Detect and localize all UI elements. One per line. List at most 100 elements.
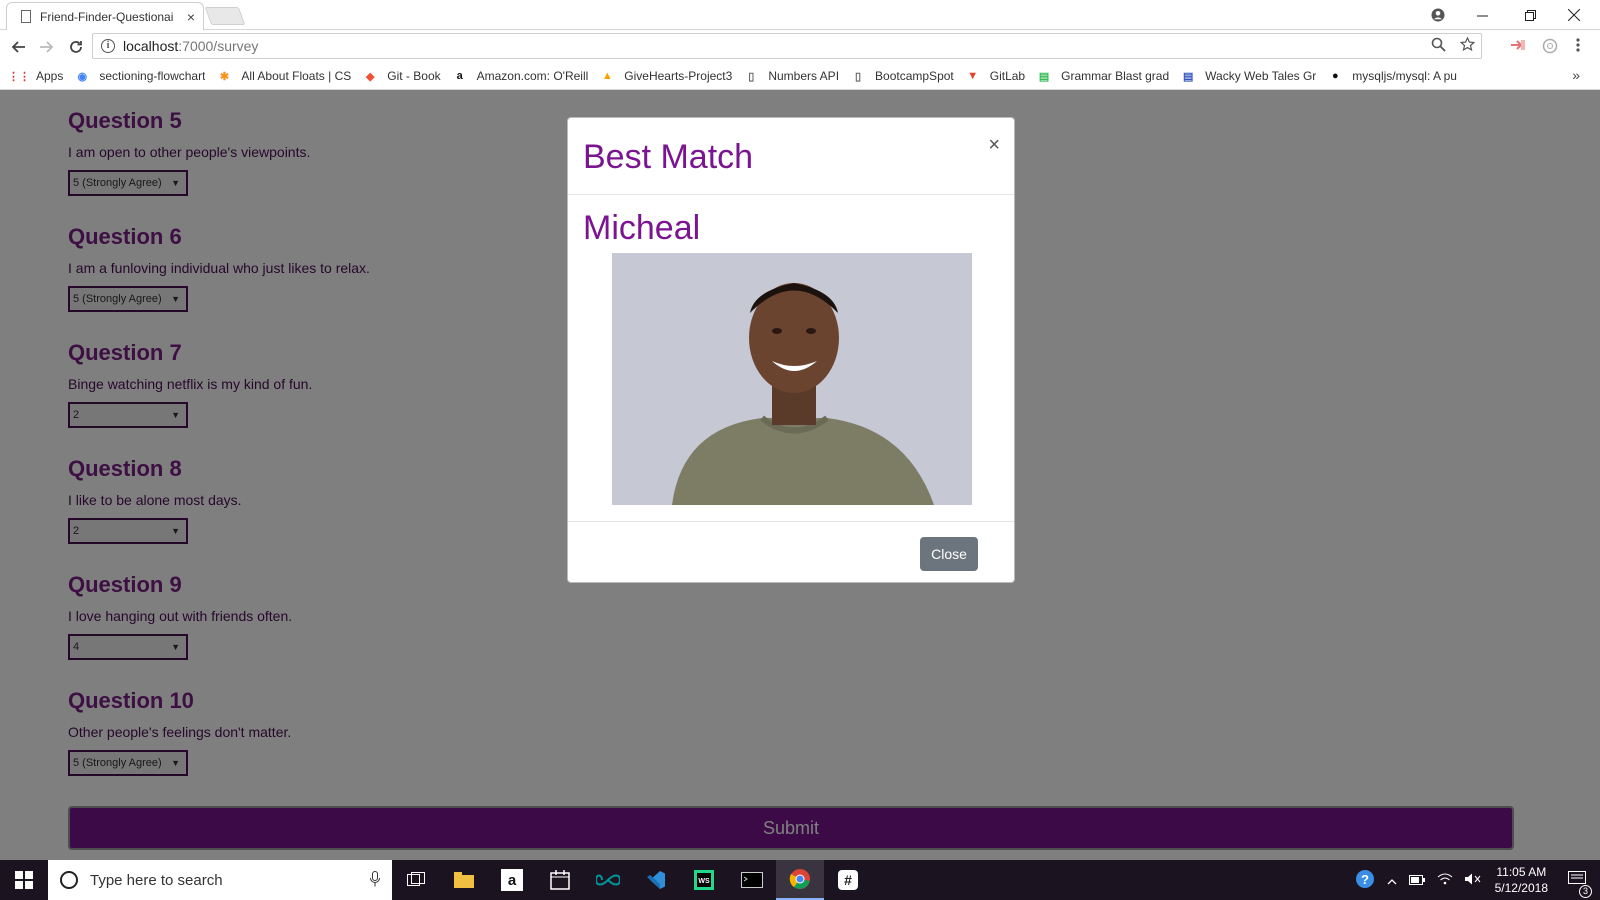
chevron-up-icon[interactable] <box>1387 873 1397 888</box>
bookmark-label: All About Floats | CS <box>241 69 352 83</box>
asterisk-icon: ✱ <box>219 70 230 83</box>
reload-icon[interactable] <box>65 36 87 58</box>
calendar-app-icon[interactable] <box>536 860 584 900</box>
bookmarks-overflow-icon[interactable]: » <box>1572 67 1580 83</box>
vscode-icon[interactable] <box>632 860 680 900</box>
zoom-search-icon[interactable] <box>1431 37 1446 56</box>
svg-text:#: # <box>844 872 852 888</box>
site-icon: ▤ <box>1182 70 1194 83</box>
bookmark-label: Numbers API <box>768 69 840 83</box>
address-bar[interactable]: i localhost:7000/survey <box>92 33 1482 59</box>
volume-muted-icon[interactable] <box>1464 873 1481 888</box>
gitlab-icon: ▼ <box>967 70 979 82</box>
page-icon: ▯ <box>748 70 755 83</box>
minimize-icon[interactable] <box>1460 0 1504 30</box>
cortana-icon <box>60 871 78 889</box>
site-info-icon[interactable]: i <box>101 39 115 53</box>
profile-icon[interactable] <box>1416 0 1460 30</box>
bookmark-label: BootcampSpot <box>875 69 954 83</box>
firebase-icon: ▲ <box>601 70 613 82</box>
bookmark-item[interactable]: ▲ GiveHearts-Project3 <box>600 69 733 83</box>
clock-date: 5/12/2018 <box>1494 881 1548 895</box>
bookmark-item[interactable]: ▼ GitLab <box>966 69 1025 83</box>
svg-text:WS: WS <box>698 878 710 885</box>
bookmark-label: sectioning-flowchart <box>99 69 206 83</box>
match-photo <box>612 253 972 505</box>
file-explorer-icon[interactable] <box>440 860 488 900</box>
bookmark-label: GitLab <box>989 69 1026 83</box>
bookmark-item[interactable]: ▯ BootcampSpot <box>851 69 954 83</box>
slack-icon[interactable]: # <box>824 860 872 900</box>
modal-body: Micheal <box>568 195 1014 522</box>
clock-time: 11:05 AM <box>1496 865 1547 879</box>
bookmark-item[interactable]: ◆ Git - Book <box>363 69 441 83</box>
bookmark-item[interactable]: ▤ Wacky Web Tales Gr <box>1181 69 1316 83</box>
help-icon[interactable]: ? <box>1355 869 1375 892</box>
clock[interactable]: 11:05 AM 5/12/2018 <box>1495 864 1548 896</box>
notification-count-badge: 3 <box>1579 884 1592 898</box>
tab-bar: Friend-Finder-Questionai × <box>0 0 1600 30</box>
svg-text:?: ? <box>1361 872 1369 887</box>
github-icon: ● <box>1331 70 1339 82</box>
bookmark-item[interactable]: a Amazon.com: O'Reill <box>453 69 589 83</box>
new-tab-button[interactable] <box>204 7 246 25</box>
tab-title: Friend-Finder-Questionai <box>40 9 174 24</box>
match-name: Micheal <box>583 209 701 247</box>
bookmarks-bar: ⋮⋮ Apps ◉ sectioning-flowchart ✱ All About Fl… <box>0 63 1600 90</box>
system-tray: ? 11:05 AM 5/12/2018 3 <box>1349 860 1600 900</box>
window-close-icon[interactable] <box>1552 0 1596 30</box>
modal-close-icon[interactable]: × <box>988 134 1000 157</box>
bookmark-label: GiveHearts-Project3 <box>624 69 733 83</box>
bookmark-item[interactable]: ◉ sectioning-flowchart <box>75 69 206 83</box>
site-icon: ▤ <box>1038 70 1050 83</box>
wifi-icon[interactable] <box>1437 873 1453 888</box>
taskbar-search-placeholder: Type here to search <box>90 871 223 889</box>
best-match-modal: Best Match × Micheal Close <box>567 117 1015 583</box>
tab-close-icon[interactable]: × <box>187 9 195 25</box>
back-arrow-icon[interactable] <box>7 36 29 58</box>
notifications-icon[interactable]: 3 <box>1568 870 1592 898</box>
bookmark-item[interactable]: ⋮⋮ Apps <box>12 69 63 83</box>
bookmark-item[interactable]: ▯ Numbers API <box>744 69 839 83</box>
task-view-icon[interactable] <box>392 860 440 900</box>
bookmark-label: Git - Book <box>387 69 441 83</box>
menu-kebab-icon[interactable] <box>1576 38 1580 56</box>
modal-footer: Close <box>568 522 1014 584</box>
windows-start-icon[interactable] <box>0 860 48 900</box>
bookmark-label: Grammar Blast grad <box>1061 69 1170 83</box>
bookmark-item[interactable]: ▤ Grammar Blast grad <box>1037 69 1169 83</box>
bookmark-label: Amazon.com: O'Reill <box>476 69 589 83</box>
webstorm-icon[interactable]: WS <box>680 860 728 900</box>
microphone-icon[interactable] <box>370 870 380 890</box>
bookmark-label: Apps <box>36 69 64 83</box>
flowchart-icon: ◉ <box>77 70 88 83</box>
extension-circle-icon[interactable] <box>1542 38 1558 58</box>
modal-header: Best Match × <box>568 118 1014 195</box>
url-host: localhost <box>123 38 179 54</box>
close-button[interactable]: Close <box>920 537 978 571</box>
modal-title: Best Match <box>583 138 754 176</box>
restore-icon[interactable] <box>1508 0 1552 30</box>
amazon-app-icon[interactable]: a <box>488 860 536 900</box>
url-path: :7000/survey <box>178 38 259 54</box>
battery-icon[interactable] <box>1408 873 1425 888</box>
forward-arrow-icon[interactable] <box>36 36 58 58</box>
page-icon <box>21 10 31 23</box>
bookmark-label: Wacky Web Tales Gr <box>1205 69 1317 83</box>
taskbar-search-input[interactable]: Type here to search <box>48 860 392 900</box>
apps-grid-icon: ⋮⋮ <box>12 70 30 83</box>
git-icon: ◆ <box>366 70 375 83</box>
extension-share-icon[interactable] <box>1510 38 1526 56</box>
amazon-icon: a <box>456 70 463 82</box>
page-icon: ▯ <box>855 70 862 83</box>
browser-tab[interactable]: Friend-Finder-Questionai × <box>6 2 204 30</box>
bookmark-item[interactable]: ● mysqljs/mysql: A pu <box>1328 69 1457 83</box>
terminal-icon[interactable] <box>728 860 776 900</box>
bookmark-star-icon[interactable] <box>1459 36 1476 56</box>
svg-text:a: a <box>508 872 517 889</box>
arduino-infinity-icon[interactable] <box>584 860 632 900</box>
windows-taskbar: Type here to search a WS # ? 11:05 AM 5/… <box>0 860 1600 900</box>
bookmark-item[interactable]: ✱ All About Floats | CS <box>217 69 351 83</box>
chrome-icon[interactable] <box>776 860 824 900</box>
bookmark-label: mysqljs/mysql: A pu <box>1352 69 1457 83</box>
